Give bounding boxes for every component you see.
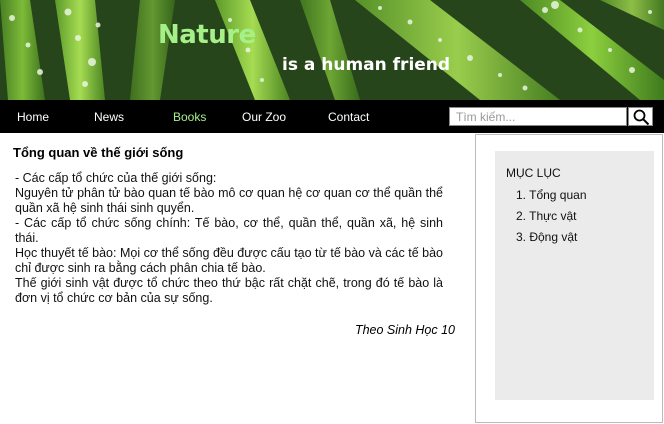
toc-title: MỤC LỤC (506, 166, 561, 180)
search-input[interactable] (449, 107, 627, 126)
nav-item-home[interactable]: Home (17, 100, 49, 133)
article-paragraph: - Các cấp tổ chức của thế giới sống: (15, 171, 217, 185)
toc-item-overview[interactable]: 1. Tổng quan (516, 188, 587, 202)
article-source: Theo Sinh Học 10 (354, 323, 455, 337)
nav-item-contact[interactable]: Contact (328, 100, 369, 133)
header-banner: Nature is a human friend (0, 0, 664, 100)
table-of-contents: MỤC LỤC 1. Tổng quan 2. Thực vật 3. Động… (495, 151, 654, 400)
grass-background-image (0, 0, 664, 100)
article-paragraph: Nguyên tử phân tử bào quan tế bào mô cơ … (15, 186, 443, 215)
nav-item-books[interactable]: Books (173, 100, 206, 133)
search-button[interactable] (628, 107, 653, 126)
article-content: - Các cấp tổ chức của thế giới sống: Ngu… (15, 171, 443, 306)
page-title: Tổng quan về thế giới sống (13, 145, 184, 160)
nav-item-news[interactable]: News (94, 100, 124, 133)
toc-item-animals[interactable]: 3. Động vật (516, 230, 577, 244)
article-paragraph: Học thuyết tế bào: Mọi cơ thể sống đều đ… (15, 246, 443, 275)
search-icon (633, 109, 650, 126)
toc-item-plants[interactable]: 2. Thực vật (516, 209, 577, 223)
site-brand: Nature (158, 20, 256, 50)
sidebar: MỤC LỤC 1. Tổng quan 2. Thực vật 3. Động… (475, 134, 663, 423)
article-paragraph: Thế giới sinh vật được tổ chức theo thứ … (15, 276, 443, 305)
site-tagline: is a human friend (282, 55, 451, 75)
article-paragraph: - Các cấp tổ chức sống chính: Tế bào, cơ… (15, 216, 443, 245)
article-section: Tổng quan về thế giới sống - Các cấp tổ … (0, 133, 470, 424)
nav-item-our-zoo[interactable]: Our Zoo (242, 100, 286, 133)
